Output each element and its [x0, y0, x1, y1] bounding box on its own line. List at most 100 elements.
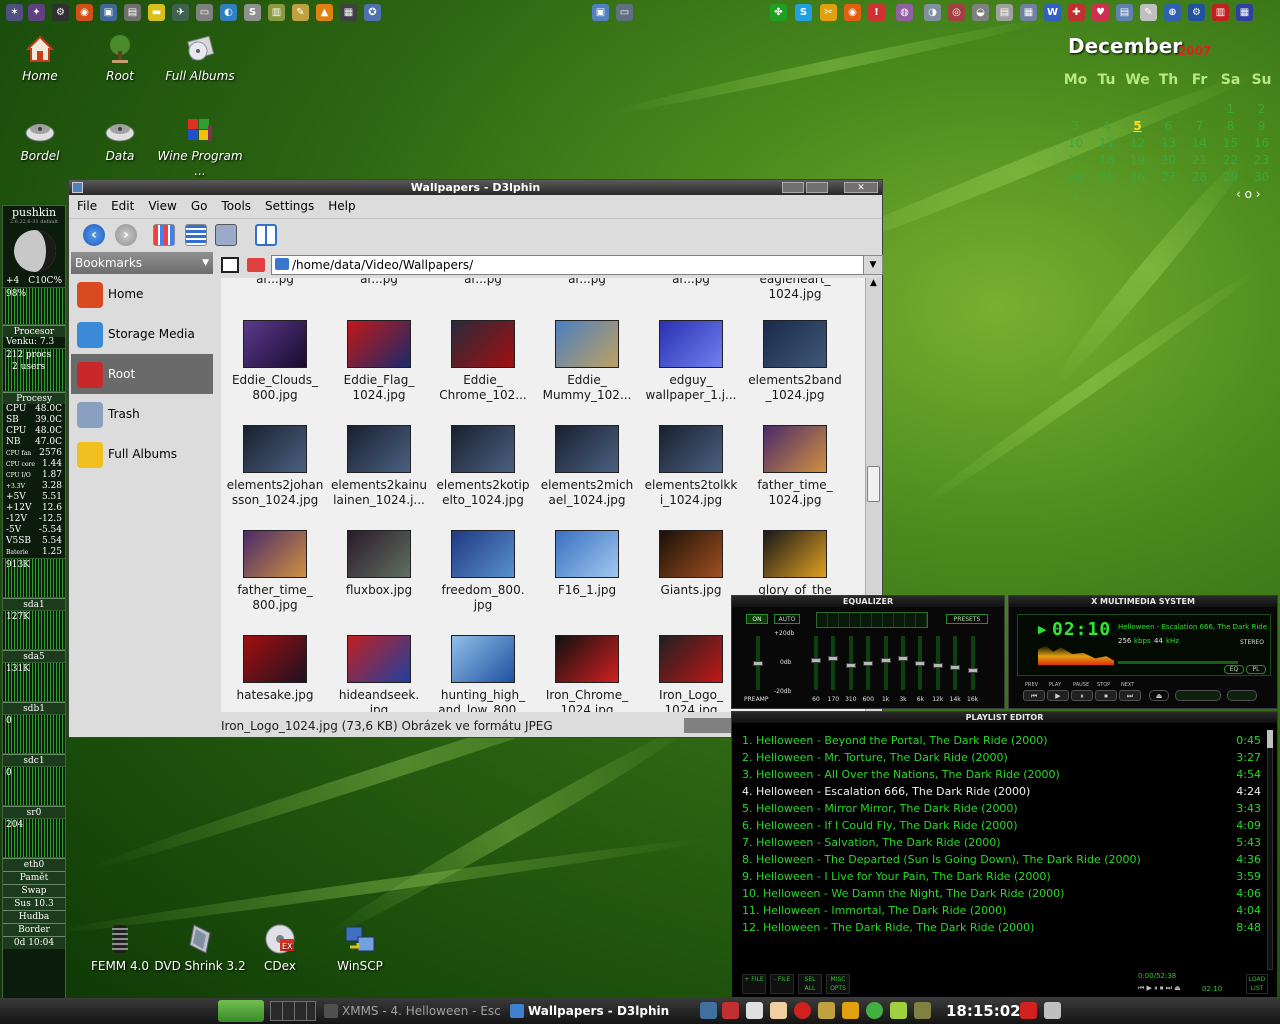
- menu-help[interactable]: Help: [328, 199, 355, 213]
- equalizer-titlebar[interactable]: EQUALIZER: [732, 596, 1004, 607]
- pl-toggle-button[interactable]: PL: [1246, 665, 1266, 674]
- split-view-icon[interactable]: [255, 224, 277, 246]
- calendar-day[interactable]: 23: [1246, 153, 1277, 167]
- calendar-day[interactable]: 13: [1153, 136, 1184, 150]
- tray-icon[interactable]: [866, 1002, 883, 1019]
- file-item[interactable]: hatesake.jpg: [223, 635, 327, 712]
- desktop-icon-wine[interactable]: Wine Program ...: [152, 113, 248, 179]
- file-item[interactable]: Eddie_Flag_ 1024.jpg: [327, 320, 431, 403]
- path-field[interactable]: /home/data/Video/Wallpapers/ ▼: [271, 255, 883, 275]
- tray-icon[interactable]: [746, 1002, 763, 1019]
- launcher-icon[interactable]: ▤: [1116, 4, 1133, 21]
- eq-band-slider[interactable]: [811, 636, 821, 690]
- launcher-icon[interactable]: ◒: [972, 4, 989, 21]
- launcher-icon[interactable]: ♥: [1092, 4, 1109, 21]
- calendar-day[interactable]: 10: [1060, 136, 1091, 150]
- playlist-item[interactable]: 8. Helloween - The Departed (Sun Is Goin…: [742, 851, 1267, 868]
- pl-misc-opts-button[interactable]: MISC OPTS: [826, 974, 850, 994]
- place-trash[interactable]: Trash: [71, 394, 213, 434]
- eq-auto-button[interactable]: AUTO: [774, 614, 800, 624]
- chevron-down-icon[interactable]: ▼: [863, 255, 883, 275]
- file-item[interactable]: Eddie_ Mummy_102...: [535, 320, 639, 403]
- editable-location-icon[interactable]: [221, 257, 239, 273]
- tray-icon[interactable]: [794, 1002, 811, 1019]
- file-item[interactable]: fluxbox.jpg: [327, 530, 431, 613]
- launcher-icon[interactable]: ▤: [996, 4, 1013, 21]
- clover-icon[interactable]: ✤: [770, 4, 787, 21]
- file-item[interactable]: elements2kainu lainen_1024.j...: [327, 425, 431, 508]
- file-item[interactable]: ar...pg: [327, 278, 431, 302]
- file-item[interactable]: F16_1.jpg: [535, 530, 639, 613]
- launcher-icon[interactable]: ◉: [76, 4, 93, 21]
- calendar-day[interactable]: 7: [1184, 119, 1215, 133]
- launcher-icon[interactable]: ▣: [592, 4, 609, 21]
- tray-icon[interactable]: [842, 1002, 859, 1019]
- icons-view-icon[interactable]: [153, 224, 175, 246]
- menu-view[interactable]: View: [148, 199, 176, 213]
- slider-knob[interactable]: [967, 667, 978, 673]
- tray-icon[interactable]: [890, 1002, 907, 1019]
- forward-icon[interactable]: ›: [115, 224, 137, 246]
- file-item[interactable]: father_time_ 800.jpg: [223, 530, 327, 613]
- tray-icon[interactable]: [722, 1002, 739, 1019]
- playlist-item[interactable]: 3. Helloween - All Over the Nations, The…: [742, 766, 1267, 783]
- eq-band-slider[interactable]: [950, 636, 961, 690]
- slider-knob[interactable]: [950, 665, 961, 671]
- launcher-icon[interactable]: ✎: [1140, 4, 1157, 21]
- calendar-day[interactable]: 4: [1091, 119, 1122, 133]
- slider-knob[interactable]: [880, 658, 891, 664]
- calendar-day[interactable]: 19: [1122, 153, 1153, 167]
- launcher-icon[interactable]: ⊕: [1164, 4, 1181, 21]
- calendar-day[interactable]: 14: [1184, 136, 1215, 150]
- volume-slider[interactable]: [1175, 690, 1221, 701]
- calendar-day[interactable]: 17: [1060, 153, 1091, 167]
- tray-icon[interactable]: [914, 1002, 931, 1019]
- launcher-icon[interactable]: ▭: [196, 4, 213, 21]
- playlist-item[interactable]: 4. Helloween - Escalation 666, The Dark …: [742, 783, 1267, 800]
- pl--file-button[interactable]: - FILE: [770, 974, 794, 994]
- menu-tools[interactable]: Tools: [221, 199, 251, 213]
- calendar-nav[interactable]: ‹ o ›: [1236, 187, 1261, 201]
- stop-button[interactable]: ⏹: [1095, 690, 1117, 701]
- file-item[interactable]: hideandseek. jpg: [327, 635, 431, 712]
- launcher-icon[interactable]: !: [868, 4, 885, 21]
- desktop-icon-winscp[interactable]: WinSCP: [312, 923, 408, 974]
- slider-knob[interactable]: [845, 662, 856, 668]
- launcher-icon[interactable]: ⚙: [1188, 4, 1205, 21]
- file-item[interactable]: ar...pg: [639, 278, 743, 302]
- launcher-icon[interactable]: ◍: [896, 4, 913, 21]
- slider-knob[interactable]: [898, 655, 908, 661]
- pl-mini-controls[interactable]: ⏮ ▶ ⏸ ⏹ ⏭ ⏏: [1138, 984, 1181, 993]
- eq-presets-button[interactable]: PRESETS: [946, 614, 988, 624]
- play-button[interactable]: ▶: [1047, 690, 1069, 701]
- pager[interactable]: [270, 1001, 316, 1021]
- maximize-button[interactable]: [806, 182, 828, 193]
- calendar-day[interactable]: 2: [1246, 102, 1277, 116]
- pl-sel-all-button[interactable]: SEL ALL: [798, 974, 822, 994]
- calendar-day[interactable]: 26: [1122, 170, 1153, 184]
- file-item[interactable]: freedom_800. jpg: [431, 530, 535, 613]
- eq-toggle-button[interactable]: EQ: [1224, 665, 1244, 674]
- calendar-day[interactable]: 28: [1184, 170, 1215, 184]
- eq-band-slider[interactable]: [880, 636, 891, 690]
- menu-edit[interactable]: Edit: [111, 199, 134, 213]
- desktop-icon-full-albums[interactable]: Full Albums: [152, 33, 248, 84]
- pl--file-button[interactable]: + FILE: [742, 974, 766, 994]
- skype-icon[interactable]: S: [795, 4, 812, 21]
- launcher-icon[interactable]: ✎: [292, 4, 309, 21]
- calendar-day[interactable]: 5: [1122, 119, 1153, 133]
- place-full-albums[interactable]: Full Albums: [71, 434, 213, 474]
- file-item[interactable]: Giants.jpg: [639, 530, 743, 613]
- eq-band-slider[interactable]: [845, 636, 856, 690]
- file-item[interactable]: elements2band _1024.jpg: [743, 320, 847, 403]
- launcher-icon[interactable]: ✂: [820, 4, 837, 21]
- eq-band-slider[interactable]: [863, 636, 874, 690]
- back-icon[interactable]: ‹: [83, 224, 105, 246]
- playlist-titlebar[interactable]: PLAYLIST EDITOR: [732, 712, 1277, 723]
- file-item[interactable]: elements2mich ael_1024.jpg: [535, 425, 639, 508]
- playlist-item[interactable]: 2. Helloween - Mr. Torture, The Dark Rid…: [742, 749, 1267, 766]
- task-button[interactable]: Wallpapers - D3lphin: [508, 1001, 678, 1021]
- load-list-button[interactable]: LOAD LIST: [1246, 974, 1268, 994]
- slider-knob[interactable]: [932, 662, 943, 668]
- window-titlebar[interactable]: Wallpapers - D3lphin ✕: [69, 180, 882, 195]
